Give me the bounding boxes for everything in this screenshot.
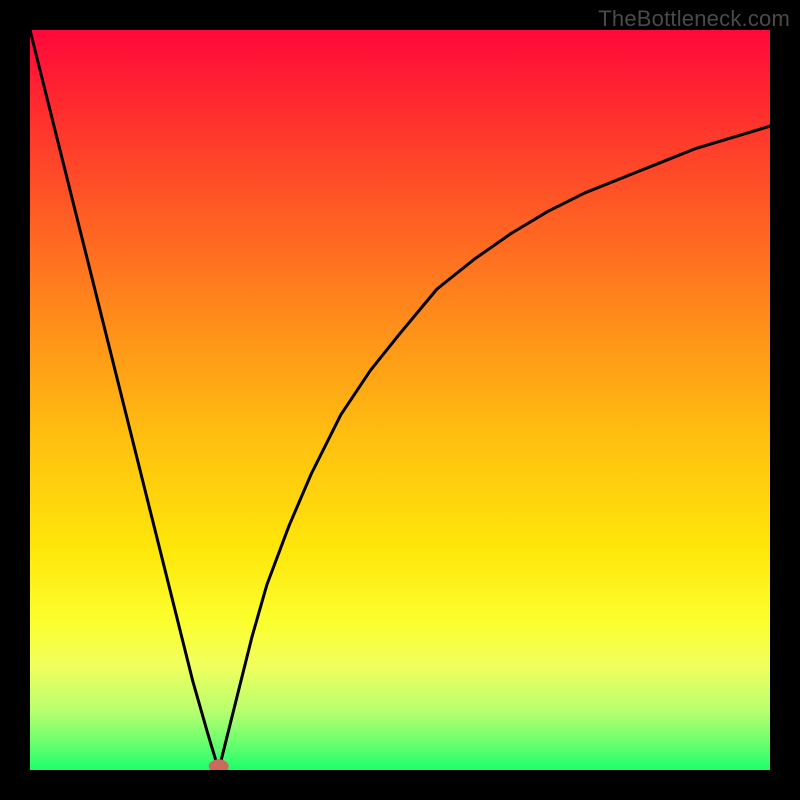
chart-frame: TheBottleneck.com <box>0 0 800 800</box>
plot-area <box>30 30 770 770</box>
watermark-text: TheBottleneck.com <box>598 6 790 32</box>
chart-svg <box>30 30 770 770</box>
gradient-background <box>30 30 770 770</box>
